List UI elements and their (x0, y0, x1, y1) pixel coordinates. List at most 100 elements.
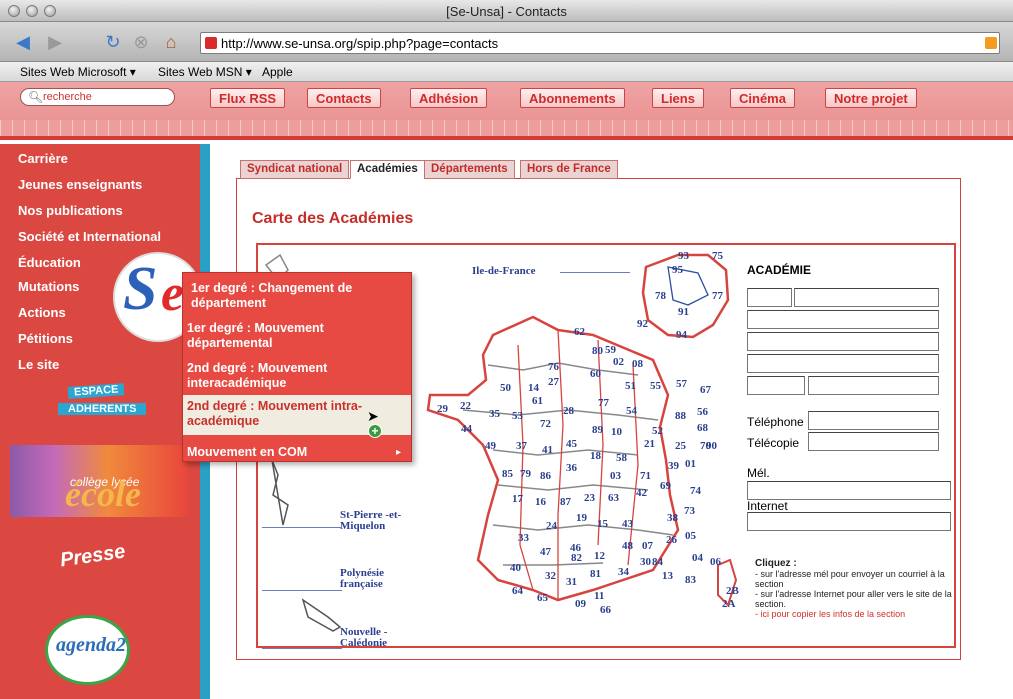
department-number[interactable]: 34 (618, 566, 629, 578)
department-number[interactable]: 03 (610, 470, 621, 482)
department-number[interactable]: 08 (632, 358, 643, 370)
department-number[interactable]: 51 (625, 380, 636, 392)
menu-item-1er-degre-departemental[interactable]: 1er degré : Mouvement départemental (187, 321, 409, 351)
nav-adhesion[interactable]: Adhésion (410, 88, 488, 108)
department-number[interactable]: 39 (668, 460, 679, 472)
department-number[interactable]: 85 (502, 468, 513, 480)
department-number[interactable]: 84 (652, 556, 663, 568)
internet-field[interactable] (747, 512, 951, 531)
department-number[interactable]: 55 (650, 380, 661, 392)
department-number[interactable]: 23 (584, 492, 595, 504)
department-number[interactable]: 01 (685, 458, 696, 470)
department-number[interactable]: 27 (548, 376, 559, 388)
department-number[interactable]: 33 (518, 532, 529, 544)
forward-arrow-icon[interactable]: ▶ (42, 30, 68, 54)
home-icon[interactable]: ⌂ (158, 30, 184, 54)
department-number[interactable]: 31 (566, 576, 577, 588)
stop-icon[interactable]: ⊗ (128, 30, 154, 54)
tab-departements[interactable]: Départements (424, 160, 515, 179)
telecopie-field[interactable] (808, 432, 939, 451)
department-number[interactable]: 2B (726, 585, 739, 597)
department-number[interactable]: 49 (485, 440, 496, 452)
department-number[interactable]: 69 (660, 480, 671, 492)
department-number[interactable]: 61 (532, 395, 543, 407)
menu-item-mouvement-com[interactable]: Mouvement en COM (187, 445, 409, 460)
department-number[interactable]: 02 (613, 356, 624, 368)
department-number[interactable]: 43 (622, 518, 633, 530)
department-number[interactable]: 32 (545, 570, 556, 582)
department-number[interactable]: 80 (592, 345, 603, 357)
department-number[interactable]: 10 (611, 426, 622, 438)
department-number[interactable]: 19 (576, 512, 587, 524)
department-number[interactable]: 25 (675, 440, 686, 452)
nav-notre-projet[interactable]: Notre projet (825, 88, 917, 108)
sidebar-item-societe-international[interactable]: Société et International (18, 229, 161, 244)
rss-icon[interactable] (985, 37, 997, 49)
sidebar-item-jeunes-enseignants[interactable]: Jeunes enseignants (18, 177, 142, 192)
tab-syndicat-national[interactable]: Syndicat national (240, 160, 350, 179)
department-number[interactable]: 52 (652, 425, 663, 437)
department-number[interactable]: 87 (560, 496, 571, 508)
department-number[interactable]: 36 (566, 462, 577, 474)
department-number[interactable]: 54 (626, 405, 637, 417)
department-number[interactable]: 07 (642, 540, 653, 552)
department-number[interactable]: 13 (662, 570, 673, 582)
department-number[interactable]: 17 (512, 493, 523, 505)
nav-cinema[interactable]: Cinéma (730, 88, 795, 108)
nav-flux-rss[interactable]: Flux RSS (210, 88, 286, 108)
department-number[interactable]: 66 (600, 604, 611, 616)
department-number[interactable]: 74 (690, 485, 701, 497)
department-number[interactable]: 05 (685, 530, 696, 542)
bookmark-sites-web-msn[interactable]: Sites Web MSN ▾ (158, 65, 252, 79)
department-number[interactable]: 73 (684, 505, 695, 517)
back-arrow-icon[interactable]: ◀ (10, 30, 36, 54)
department-number[interactable]: 09 (575, 598, 586, 610)
department-number[interactable]: 14 (528, 382, 539, 394)
idf-department-number[interactable]: 94 (676, 329, 687, 341)
department-number[interactable]: 22 (460, 400, 471, 412)
department-number[interactable]: 79 (520, 468, 531, 480)
department-number[interactable]: 16 (535, 496, 546, 508)
department-number[interactable]: 42 (636, 487, 647, 499)
department-number[interactable]: 60 (590, 368, 601, 380)
sidebar-item-petitions[interactable]: Pétitions (18, 331, 73, 346)
college-lycee-ecole-banner[interactable]: collège lycée école (10, 445, 188, 517)
department-number[interactable]: 21 (644, 438, 655, 450)
department-number[interactable]: 68 (697, 422, 708, 434)
department-number[interactable]: 90 (706, 440, 717, 452)
bookmark-apple[interactable]: Apple (262, 65, 293, 79)
copy-info-link[interactable]: - ici pour copier les infos de la sectio… (755, 609, 905, 619)
sidebar-item-education[interactable]: Éducation (18, 255, 81, 270)
department-number[interactable]: 38 (667, 512, 678, 524)
department-number[interactable]: 56 (697, 406, 708, 418)
bookmark-sites-web-microsoft[interactable]: Sites Web Microsoft ▾ (20, 65, 136, 79)
department-number[interactable]: 67 (700, 384, 711, 396)
department-number[interactable]: 06 (710, 556, 721, 568)
agenda21-logo[interactable]: agenda21 (45, 615, 130, 685)
sidebar-item-nos-publications[interactable]: Nos publications (18, 203, 123, 218)
academie-field-3[interactable] (747, 310, 939, 329)
department-number[interactable]: 48 (622, 540, 633, 552)
address-bar[interactable]: http://www.se-unsa.org/spip.php?page=con… (200, 32, 1000, 54)
academie-field-7[interactable] (808, 376, 939, 395)
idf-department-number[interactable]: 78 (655, 290, 666, 302)
menu-item-1er-degre-changement[interactable]: 1er degré : Changement de département (191, 281, 413, 311)
department-number[interactable]: 26 (666, 534, 677, 546)
department-number[interactable]: 28 (563, 405, 574, 417)
department-number[interactable]: 45 (566, 438, 577, 450)
department-number[interactable]: 59 (605, 344, 616, 356)
sidebar-item-mutations[interactable]: Mutations (18, 279, 79, 294)
department-number[interactable]: 62 (574, 326, 585, 338)
academie-field-5[interactable] (747, 354, 939, 373)
department-number[interactable]: 58 (616, 452, 627, 464)
department-number[interactable]: 18 (590, 450, 601, 462)
department-number[interactable]: 12 (594, 550, 605, 562)
academie-field-6[interactable] (747, 376, 805, 395)
telephone-field[interactable] (808, 411, 939, 430)
department-number[interactable]: 82 (571, 552, 582, 564)
department-number[interactable]: 76 (548, 361, 559, 373)
department-number[interactable]: 50 (500, 382, 511, 394)
tab-academies[interactable]: Académies (350, 160, 425, 179)
department-number[interactable]: 37 (516, 440, 527, 452)
department-number[interactable]: 89 (592, 424, 603, 436)
